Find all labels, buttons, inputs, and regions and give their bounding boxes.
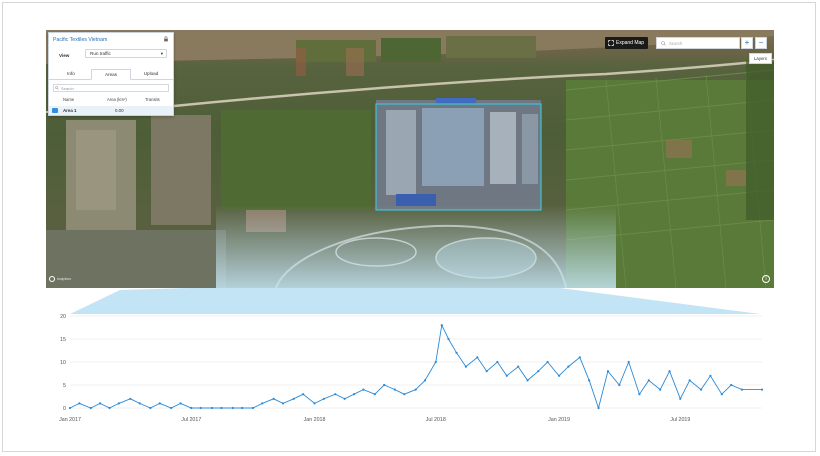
data-point (302, 393, 305, 396)
y-tick-label: 15 (60, 337, 66, 343)
data-point (588, 379, 591, 382)
data-point (606, 370, 610, 373)
data-point (638, 393, 641, 396)
data-point (149, 406, 152, 410)
data-point (627, 360, 630, 364)
data-point (170, 406, 173, 410)
x-tick-label: Jan 2018 (304, 417, 326, 423)
data-point (597, 406, 600, 410)
data-point (108, 406, 111, 410)
data-point (567, 365, 570, 368)
y-tick-label: 0 (63, 406, 66, 412)
series-line (69, 323, 762, 410)
transit-time-series-chart[interactable]: 0 5 10 15 20 Jan 2017 Jul 2017 Jan 2018 Jul 2018… (0, 0, 820, 456)
data-point (158, 402, 161, 405)
data-point (313, 402, 316, 405)
data-point (496, 360, 499, 364)
data-point (455, 351, 458, 354)
data-point (618, 383, 621, 387)
data-point (505, 374, 508, 377)
data-point (220, 406, 223, 410)
data-point (383, 383, 386, 387)
data-point (414, 388, 417, 391)
data-point (261, 402, 264, 405)
x-tick-label: Jan 2019 (548, 417, 570, 423)
data-point (688, 379, 691, 382)
y-tick-label: 5 (63, 383, 66, 389)
data-point (659, 388, 662, 391)
data-point (334, 393, 337, 396)
data-point (730, 383, 733, 387)
data-point (434, 360, 437, 364)
data-point (526, 379, 529, 382)
data-point (117, 402, 121, 405)
data-point (403, 393, 406, 396)
data-point (343, 397, 346, 400)
data-point (557, 374, 561, 377)
data-point (699, 388, 703, 391)
data-point (138, 402, 141, 405)
data-point (292, 397, 295, 400)
data-point (485, 370, 488, 373)
data-point (78, 402, 81, 405)
data-point (517, 365, 520, 368)
x-tick-label: Jul 2018 (426, 417, 446, 423)
data-point (89, 406, 92, 410)
data-point (537, 370, 540, 373)
data-point (760, 388, 764, 391)
data-point (190, 406, 193, 410)
data-point (647, 379, 650, 382)
data-point (210, 406, 214, 410)
data-point (179, 402, 182, 405)
y-tick-label: 10 (60, 360, 66, 366)
data-point (423, 379, 427, 382)
x-tick-label: Jan 2017 (59, 417, 81, 423)
data-point (99, 402, 102, 405)
data-point (720, 393, 723, 396)
y-tick-label: 20 (60, 314, 66, 320)
data-point (251, 406, 254, 410)
data-point (476, 356, 479, 359)
data-point (578, 356, 581, 359)
data-point (129, 397, 132, 400)
data-point (199, 406, 202, 410)
data-point (546, 360, 549, 364)
data-point (393, 388, 396, 391)
data-point (668, 370, 671, 373)
x-tick-label: Jul 2017 (181, 417, 201, 423)
data-point (373, 393, 376, 396)
data-point (709, 374, 712, 377)
data-point (352, 393, 356, 396)
data-point (68, 406, 72, 410)
data-point (231, 406, 234, 410)
data-point (679, 397, 682, 400)
data-point (362, 388, 365, 391)
data-point (281, 402, 285, 405)
data-point (447, 337, 450, 341)
data-point (241, 406, 244, 410)
data-point (464, 365, 468, 368)
data-point (740, 388, 744, 391)
data-point (272, 397, 275, 400)
data-point (322, 397, 325, 400)
data-point (440, 324, 443, 327)
x-tick-label: Jul 2019 (670, 417, 690, 423)
